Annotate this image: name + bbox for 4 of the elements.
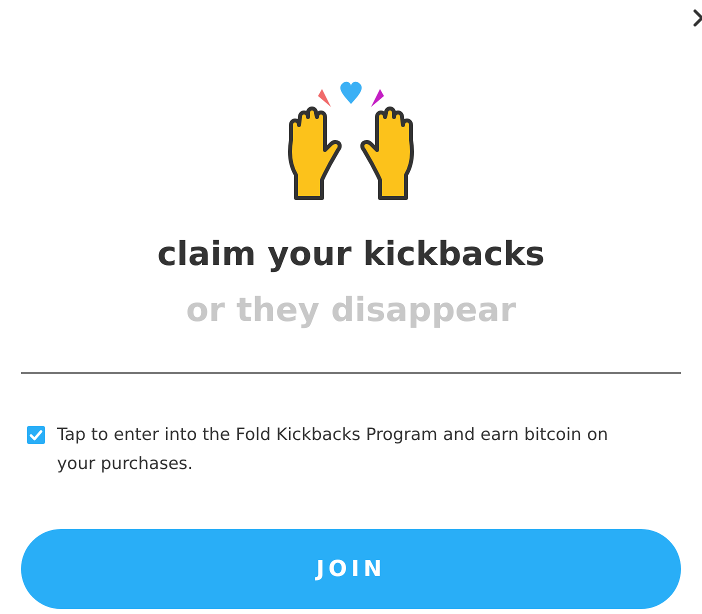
join-button[interactable]: JOIN [21,529,681,609]
heading: claim your kickbacks [157,233,545,275]
consent-label: Tap to enter into the Fold Kickbacks Program and earn bitcoin on your purchases. [57,424,610,476]
consent-checkbox[interactable] [27,426,45,444]
